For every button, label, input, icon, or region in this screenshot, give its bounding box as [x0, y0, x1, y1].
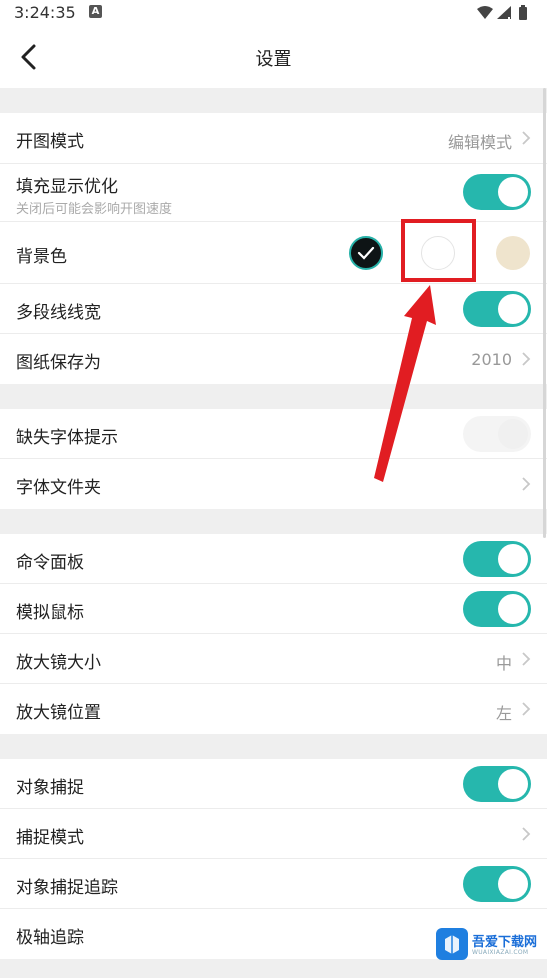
setting-label: 背景色 [16, 247, 67, 267]
setting-sublabel: 关闭后可能会影响开图速度 [16, 202, 173, 217]
setting-magnifier-size[interactable]: 放大镜大小 中 [0, 634, 547, 684]
setting-label: 模拟鼠标 [16, 603, 84, 623]
annotation-highlight-box [401, 219, 476, 282]
toggle-knob [498, 769, 528, 799]
section-divider [0, 384, 547, 409]
setting-label: 多段线线宽 [16, 303, 101, 323]
setting-command-panel: 命令面板 [0, 534, 547, 584]
setting-object-snap-tracking: 对象捕捉追踪 [0, 859, 547, 909]
chevron-right-icon [522, 702, 531, 716]
command-panel-toggle[interactable] [463, 541, 531, 577]
status-time: 3:24:35 [14, 3, 76, 22]
toggle-knob [498, 869, 528, 899]
setting-label: 缺失字体提示 [16, 428, 118, 448]
simulate-mouse-toggle[interactable] [463, 591, 531, 627]
setting-magnifier-position[interactable]: 放大镜位置 左 [0, 684, 547, 734]
setting-label: 字体文件夹 [16, 478, 101, 498]
setting-font-folder[interactable]: 字体文件夹 [0, 459, 547, 509]
scrollbar[interactable] [543, 88, 546, 538]
chevron-right-icon [522, 131, 531, 145]
section-divider [0, 734, 547, 759]
notification-badge: A [89, 5, 102, 18]
setting-object-snap: 对象捕捉 [0, 759, 547, 809]
setting-value: 编辑模式 [447, 133, 512, 152]
setting-label: 命令面板 [16, 553, 84, 573]
setting-snap-mode[interactable]: 捕捉模式 [0, 809, 547, 859]
setting-label: 捕捉模式 [16, 828, 84, 848]
setting-value: 中 [495, 654, 512, 673]
watermark-logo-icon [436, 928, 468, 960]
header: 设置 [0, 26, 547, 88]
watermark-text: 吾爱下载网 [472, 935, 538, 950]
setting-fill-display: 填充显示优化 关闭后可能会影响开图速度 [0, 164, 547, 222]
setting-label: 放大镜位置 [16, 703, 101, 723]
toggle-knob [498, 177, 528, 207]
chevron-right-icon [522, 827, 531, 841]
setting-label: 放大镜大小 [16, 653, 101, 673]
watermark: 吾爱下载网 WUAIXIAZAI.COM [436, 926, 542, 962]
status-bar: 3:24:35 A [0, 0, 547, 26]
polyline-width-toggle[interactable] [463, 291, 531, 327]
chevron-right-icon [522, 652, 531, 666]
toggle-knob [498, 419, 528, 449]
color-swatch-beige[interactable] [496, 236, 530, 270]
toggle-knob [498, 294, 528, 324]
object-snap-tracking-toggle[interactable] [463, 866, 531, 902]
missing-font-toggle[interactable] [463, 416, 531, 452]
setting-value: 2010 [471, 350, 512, 369]
page-title: 设置 [255, 49, 292, 70]
wifi-icon [477, 6, 493, 19]
toggle-knob [498, 544, 528, 574]
setting-save-drawing-as[interactable]: 图纸保存为 2010 [0, 334, 547, 384]
battery-icon [519, 5, 527, 20]
fill-display-toggle[interactable] [463, 174, 531, 210]
signal-icon [497, 6, 511, 19]
checkmark-icon [357, 246, 375, 260]
setting-value: 左 [495, 704, 512, 723]
status-icons [475, 4, 537, 26]
section-divider [0, 88, 547, 113]
object-snap-toggle[interactable] [463, 766, 531, 802]
chevron-right-icon [522, 352, 531, 366]
setting-label: 对象捕捉追踪 [16, 878, 118, 898]
toggle-knob [498, 594, 528, 624]
setting-simulate-mouse: 模拟鼠标 [0, 584, 547, 634]
setting-label: 填充显示优化 [16, 177, 118, 197]
color-swatch-black[interactable] [349, 236, 383, 270]
watermark-subtext: WUAIXIAZAI.COM [472, 949, 529, 956]
setting-polyline-width: 多段线线宽 [0, 284, 547, 334]
setting-label: 开图模式 [16, 132, 84, 152]
setting-missing-font-prompt: 缺失字体提示 [0, 409, 547, 459]
setting-open-mode[interactable]: 开图模式 编辑模式 [0, 113, 547, 164]
section-divider [0, 509, 547, 534]
chevron-right-icon [522, 477, 531, 491]
setting-label: 图纸保存为 [16, 353, 101, 373]
setting-label: 极轴追踪 [16, 928, 84, 948]
setting-label: 对象捕捉 [16, 778, 84, 798]
